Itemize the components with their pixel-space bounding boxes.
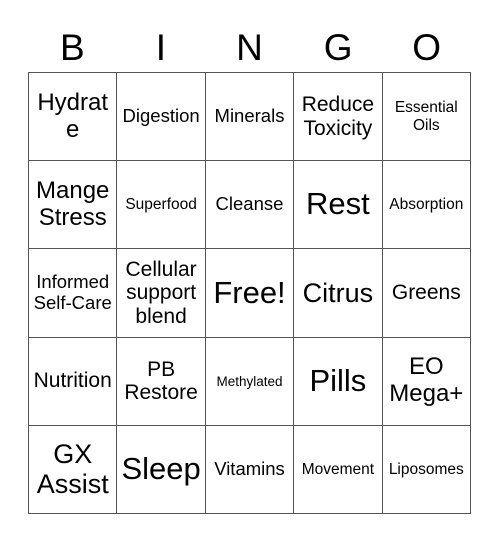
bingo-cell-label: Reduce Toxicity [301, 93, 375, 140]
bingo-cell-r3c1[interactable]: Informed Self-Care [29, 249, 118, 338]
header-letter-n: N [236, 26, 263, 68]
bingo-cell-r3c4[interactable]: Citrus [294, 249, 383, 338]
bingo-cell-r1c3[interactable]: Minerals [205, 73, 295, 162]
bingo-cell-r4c4[interactable]: Pills [294, 337, 383, 426]
bingo-cell-r2c1[interactable]: Mange Stress [29, 161, 118, 250]
bingo-cell-label: EO Mega+ [389, 353, 464, 408]
bingo-cell-label: Greens [391, 281, 461, 305]
bingo-cell-r2c5[interactable]: Absorption [382, 161, 471, 250]
bingo-cell-r1c1[interactable]: Hydrate [29, 73, 118, 162]
bingo-cell-label: Cleanse [215, 193, 284, 215]
bingo-cell-label: Mange Stress [36, 176, 110, 231]
bingo-cell-r5c3[interactable]: Vitamins [205, 425, 295, 514]
bingo-cell-r3c5[interactable]: Greens [382, 249, 471, 338]
header-letter-i: I [155, 26, 167, 68]
bingo-cell-label: PB Restore [124, 357, 198, 405]
bingo-cell-label: Informed Self-Care [33, 271, 112, 313]
bingo-cell-label: Methylated [216, 373, 283, 389]
bingo-cell-label: Vitamins [214, 458, 285, 480]
bingo-cell-r1c5[interactable]: Essential Oils [382, 73, 471, 162]
bingo-cell-label: Essential Oils [394, 99, 458, 134]
bingo-cell-label: Free! [213, 274, 286, 310]
bingo-cell-label: Liposomes [388, 460, 464, 478]
bingo-cell-label: Superfood [125, 196, 197, 214]
bingo-cell-label: Rest [306, 186, 370, 222]
bingo-cell-r2c4[interactable]: Rest [294, 161, 383, 250]
bingo-cell-label: Cellular support blend [125, 257, 197, 328]
bingo-cell-r2c2[interactable]: Superfood [117, 161, 206, 250]
bingo-cell-label: Digestion [122, 105, 200, 127]
bingo-cell-r4c2[interactable]: PB Restore [117, 337, 206, 426]
header-letter-g: G [323, 26, 353, 68]
bingo-grid: Hydrate Digestion Minerals Reduce Toxici… [28, 72, 471, 514]
bingo-cell-free-space[interactable]: Free! [205, 249, 295, 338]
bingo-cell-label: Absorption [389, 196, 464, 214]
bingo-cell-label: Minerals [214, 105, 285, 127]
header-letter-o: O [412, 26, 442, 68]
bingo-cell-label: Nutrition [33, 369, 112, 393]
bingo-cell-r1c2[interactable]: Digestion [117, 73, 206, 162]
bingo-cell-label: Citrus [302, 277, 374, 308]
bingo-cell-r5c4[interactable]: Movement [294, 425, 383, 514]
bingo-cell-r5c5[interactable]: Liposomes [382, 425, 471, 514]
bingo-card: B I N G O Hydrate Digestion Minerals Red… [0, 0, 500, 544]
bingo-cell-r5c2[interactable]: Sleep [117, 425, 206, 514]
bingo-cell-r3c2[interactable]: Cellular support blend [117, 249, 206, 338]
bingo-cell-r4c1[interactable]: Nutrition [29, 337, 118, 426]
header-letter-b: B [59, 26, 85, 68]
bingo-cell-r1c4[interactable]: Reduce Toxicity [294, 73, 383, 162]
bingo-header: B I N G O [28, 22, 471, 72]
bingo-cell-r4c3[interactable]: Methylated [205, 337, 295, 426]
bingo-cell-r4c5[interactable]: EO Mega+ [382, 337, 471, 426]
bingo-cell-label: Hydrate [37, 88, 109, 143]
bingo-cell-label: Pills [309, 362, 367, 398]
bingo-cell-label: Sleep [121, 451, 201, 487]
bingo-cell-label: GX Assist [36, 439, 109, 500]
bingo-cell-label: Movement [301, 460, 375, 478]
bingo-cell-r2c3[interactable]: Cleanse [205, 161, 295, 250]
bingo-cell-r5c1[interactable]: GX Assist [29, 425, 118, 514]
